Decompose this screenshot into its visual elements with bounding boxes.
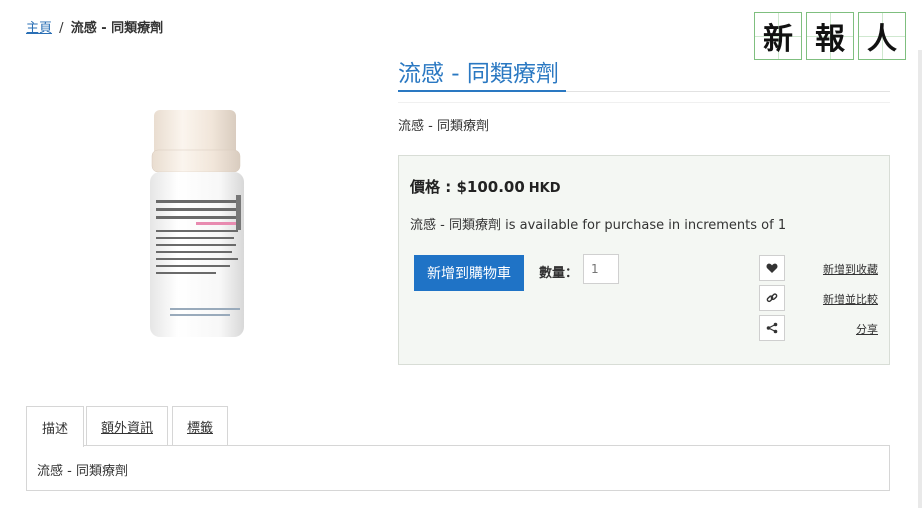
share-icon[interactable] bbox=[759, 315, 785, 341]
breadcrumb-current: 流感 - 同類療劑 bbox=[70, 21, 164, 36]
add-to-compare-link[interactable]: 新增並比較 bbox=[823, 291, 878, 307]
title-divider-secondary bbox=[398, 102, 890, 103]
add-to-cart-button[interactable]: 新增到購物車 bbox=[414, 255, 524, 291]
purchase-panel: 價格 : $100.00 HKD 流感 - 同類療劑 is available f… bbox=[398, 155, 890, 365]
product-title: 流感 - 同類療劑 bbox=[398, 61, 559, 87]
page-scroll-rail bbox=[918, 50, 922, 508]
tab-additional-info[interactable]: 額外資訊 bbox=[86, 406, 168, 446]
link-icon[interactable] bbox=[759, 285, 785, 311]
title-underline bbox=[398, 90, 566, 92]
logo-char-2: 報 bbox=[806, 12, 854, 60]
product-image[interactable] bbox=[140, 100, 275, 345]
add-to-wishlist-link[interactable]: 新增到收藏 bbox=[823, 261, 878, 277]
tab-description[interactable]: 描述 bbox=[26, 406, 84, 447]
breadcrumb-home-link[interactable]: 主頁 bbox=[26, 21, 52, 36]
tab-additional-info-label: 額外資訊 bbox=[100, 421, 153, 436]
price-currency: HKD bbox=[528, 181, 561, 196]
product-short-description: 流感 - 同類療劑 bbox=[398, 119, 489, 134]
tab-tags-label: 標籤 bbox=[186, 421, 213, 436]
share-link[interactable]: 分享 bbox=[856, 321, 878, 337]
logo-char-3: 人 bbox=[858, 12, 906, 60]
price-value: 價格 : $100.00 bbox=[410, 178, 525, 196]
availability-text: 流感 - 同類療劑 is available for purchase in i… bbox=[410, 218, 787, 233]
medicine-bottle-image bbox=[150, 110, 244, 337]
tab-description-label: 描述 bbox=[41, 421, 68, 437]
tab-tags[interactable]: 標籤 bbox=[172, 406, 228, 446]
breadcrumb: 主頁 / 流感 - 同類療劑 bbox=[26, 17, 163, 36]
breadcrumb-separator: / bbox=[59, 21, 64, 36]
price-display: 價格 : $100.00 HKD bbox=[410, 176, 561, 197]
logo-char-1: 新 bbox=[754, 12, 802, 60]
quantity-input[interactable] bbox=[583, 254, 619, 284]
tab-panel-text: 流感 - 同類療劑 bbox=[37, 464, 128, 479]
tab-panel-description: 流感 - 同類療劑 bbox=[26, 445, 890, 491]
heart-icon[interactable] bbox=[759, 255, 785, 281]
quantity-label: 數量： bbox=[539, 266, 579, 281]
site-logo[interactable]: 新 報 人 bbox=[754, 12, 906, 60]
